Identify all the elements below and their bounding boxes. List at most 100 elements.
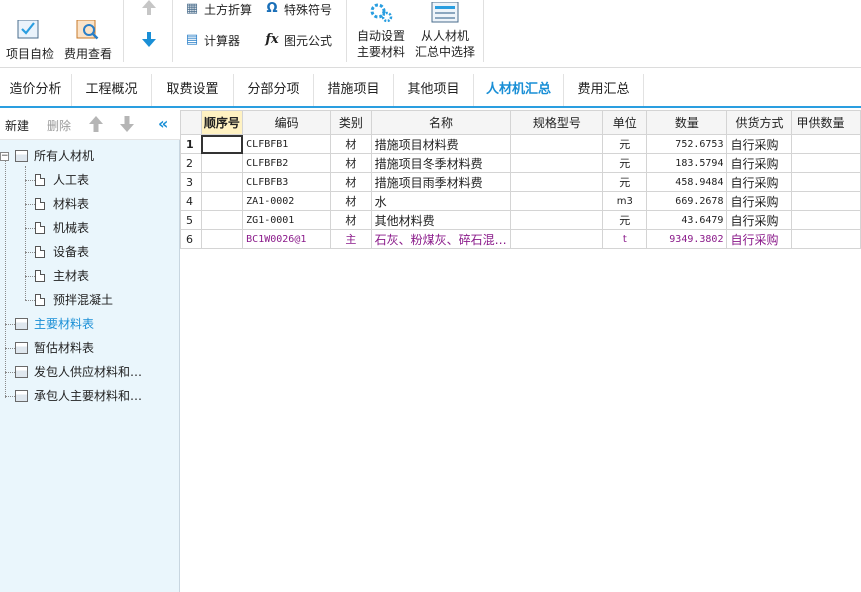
employer-qty-cell[interactable] [791, 191, 861, 211]
seq-cell[interactable] [200, 191, 244, 211]
tree-item-equipment[interactable]: 设备表 [35, 241, 89, 263]
move-up-arrow-icon[interactable] [140, 0, 158, 19]
collapse-panel-icon[interactable]: « [158, 116, 168, 132]
qty-cell[interactable]: 183.5794 [646, 153, 728, 173]
qty-cell[interactable]: 752.6753 [646, 134, 728, 154]
qty-cell[interactable]: 9349.3802 [646, 229, 728, 249]
earth-convert-button[interactable]: ▦ 土方折算 [184, 0, 252, 18]
tree-item-all-materials[interactable]: − 所有人材机 [0, 145, 94, 167]
tab-project-overview[interactable]: 工程概况 [72, 74, 152, 106]
tree-item-ready-mix-concrete[interactable]: 预拌混凝土 [35, 289, 113, 311]
tree-item-main-materials-table[interactable]: 主要材料表 [15, 313, 94, 335]
unit-cell[interactable]: 元 [602, 210, 648, 230]
tab-labor-material-machine-summary[interactable]: 人材机汇总 [474, 74, 564, 106]
table-row[interactable]: 4 ZA1-0002 材 水 m3 669.2678 自行采购 [180, 191, 861, 211]
tab-fee-settings[interactable]: 取费设置 [152, 74, 234, 106]
project-self-check-button[interactable]: 项目自检 [2, 0, 58, 62]
auto-set-main-material-button[interactable]: 自动设置 主要材料 [352, 0, 410, 60]
type-cell[interactable]: 材 [330, 134, 372, 154]
employer-qty-cell[interactable] [791, 134, 861, 154]
supply-cell[interactable]: 自行采购 [726, 153, 793, 173]
supply-cell[interactable]: 自行采购 [726, 172, 793, 192]
column-header-type[interactable]: 类别 [330, 110, 372, 135]
column-header-code[interactable]: 编码 [242, 110, 332, 135]
seq-cell[interactable] [200, 153, 244, 173]
type-cell[interactable]: 主 [330, 229, 372, 249]
spec-cell[interactable] [510, 191, 604, 211]
supply-cell[interactable]: 自行采购 [726, 191, 793, 211]
cost-view-button[interactable]: 费用查看 [62, 0, 114, 62]
tree-item-main-material[interactable]: 主材表 [35, 265, 89, 287]
employer-qty-cell[interactable] [791, 210, 861, 230]
employer-qty-cell[interactable] [791, 229, 861, 249]
unit-cell[interactable]: t [602, 229, 648, 249]
tab-other-items[interactable]: 其他项目 [394, 74, 474, 106]
new-button[interactable]: 新建 [5, 117, 29, 134]
name-cell[interactable]: 其他材料费 [370, 210, 512, 230]
column-header-spec[interactable]: 规格型号 [510, 110, 604, 135]
spec-cell[interactable] [510, 172, 604, 192]
name-cell[interactable]: 措施项目材料费 [370, 134, 512, 154]
column-header-name[interactable]: 名称 [370, 110, 512, 135]
spec-cell[interactable] [510, 134, 604, 154]
code-cell[interactable]: ZG1-0001 [242, 210, 332, 230]
qty-cell[interactable]: 669.2678 [646, 191, 728, 211]
seq-cell[interactable] [200, 210, 244, 230]
tree-item-material[interactable]: 材料表 [35, 193, 89, 215]
code-cell[interactable]: CLFBFB3 [242, 172, 332, 192]
table-row[interactable]: 1 CLFBFB1 材 措施项目材料费 元 752.6753 自行采购 [180, 134, 861, 154]
tab-fee-summary[interactable]: 费用汇总 [564, 74, 644, 106]
unit-cell[interactable]: 元 [602, 172, 648, 192]
qty-cell[interactable]: 458.9484 [646, 172, 728, 192]
name-cell[interactable]: 石灰、粉煤灰、碎石混… [370, 229, 512, 249]
employer-qty-cell[interactable] [791, 153, 861, 173]
type-cell[interactable]: 材 [330, 210, 372, 230]
element-formula-button[interactable]: fx 图元公式 [264, 31, 332, 49]
spec-cell[interactable] [510, 153, 604, 173]
table-row[interactable]: 5 ZG1-0001 材 其他材料费 元 43.6479 自行采购 [180, 210, 861, 230]
tree-item-labor[interactable]: 人工表 [35, 169, 89, 191]
qty-cell[interactable]: 43.6479 [646, 210, 728, 230]
spec-cell[interactable] [510, 229, 604, 249]
column-header-employer-qty[interactable]: 甲供数量 [791, 110, 861, 135]
tree-item-provisional-materials[interactable]: 暂估材料表 [15, 337, 94, 359]
table-row[interactable]: 3 CLFBFB3 材 措施项目雨季材料费 元 458.9484 自行采购 [180, 172, 861, 192]
code-cell[interactable]: CLFBFB2 [242, 153, 332, 173]
column-header-seq[interactable]: 顺序号 [200, 110, 244, 135]
supply-cell[interactable]: 自行采购 [726, 134, 793, 154]
seq-cell[interactable] [200, 172, 244, 192]
name-cell[interactable]: 措施项目冬季材料费 [370, 153, 512, 173]
code-cell[interactable]: ZA1-0002 [242, 191, 332, 211]
unit-cell[interactable]: 元 [602, 134, 648, 154]
collapse-icon[interactable]: − [0, 151, 9, 161]
tab-cost-analysis[interactable]: 造价分析 [0, 74, 72, 106]
tab-measure-items[interactable]: 措施项目 [314, 74, 394, 106]
special-symbol-button[interactable]: Ω 特殊符号 [264, 0, 332, 18]
code-cell[interactable]: BC1W0026@1 [242, 229, 332, 249]
tree-item-contractor-main-materials[interactable]: 承包人主要材料和… [15, 385, 142, 407]
column-header-qty[interactable]: 数量 [646, 110, 728, 135]
move-up-icon[interactable] [89, 116, 103, 135]
spec-cell[interactable] [510, 210, 604, 230]
table-row[interactable]: 2 CLFBFB2 材 措施项目冬季材料费 元 183.5794 自行采购 [180, 153, 861, 173]
tab-sub-items[interactable]: 分部分项 [234, 74, 314, 106]
name-cell[interactable]: 措施项目雨季材料费 [370, 172, 512, 192]
supply-cell[interactable]: 自行采购 [726, 210, 793, 230]
supply-cell[interactable]: 自行采购 [726, 229, 793, 249]
delete-button[interactable]: 删除 [47, 117, 71, 134]
column-header-unit[interactable]: 单位 [602, 110, 648, 135]
type-cell[interactable]: 材 [330, 191, 372, 211]
table-row[interactable]: 6 BC1W0026@1 主 石灰、粉煤灰、碎石混… t 9349.3802 自… [180, 229, 861, 249]
tree-item-machinery[interactable]: 机械表 [35, 217, 89, 239]
unit-cell[interactable]: 元 [602, 153, 648, 173]
type-cell[interactable]: 材 [330, 153, 372, 173]
name-cell[interactable]: 水 [370, 191, 512, 211]
move-down-icon[interactable] [120, 116, 134, 135]
tree-item-employer-supplied[interactable]: 发包人供应材料和… [15, 361, 142, 383]
move-down-arrow-icon[interactable] [140, 30, 158, 51]
seq-cell[interactable] [200, 229, 244, 249]
seq-cell[interactable] [200, 134, 244, 154]
unit-cell[interactable]: m3 [602, 191, 648, 211]
select-from-summary-button[interactable]: 从人材机 汇总中选择 [412, 0, 478, 60]
type-cell[interactable]: 材 [330, 172, 372, 192]
